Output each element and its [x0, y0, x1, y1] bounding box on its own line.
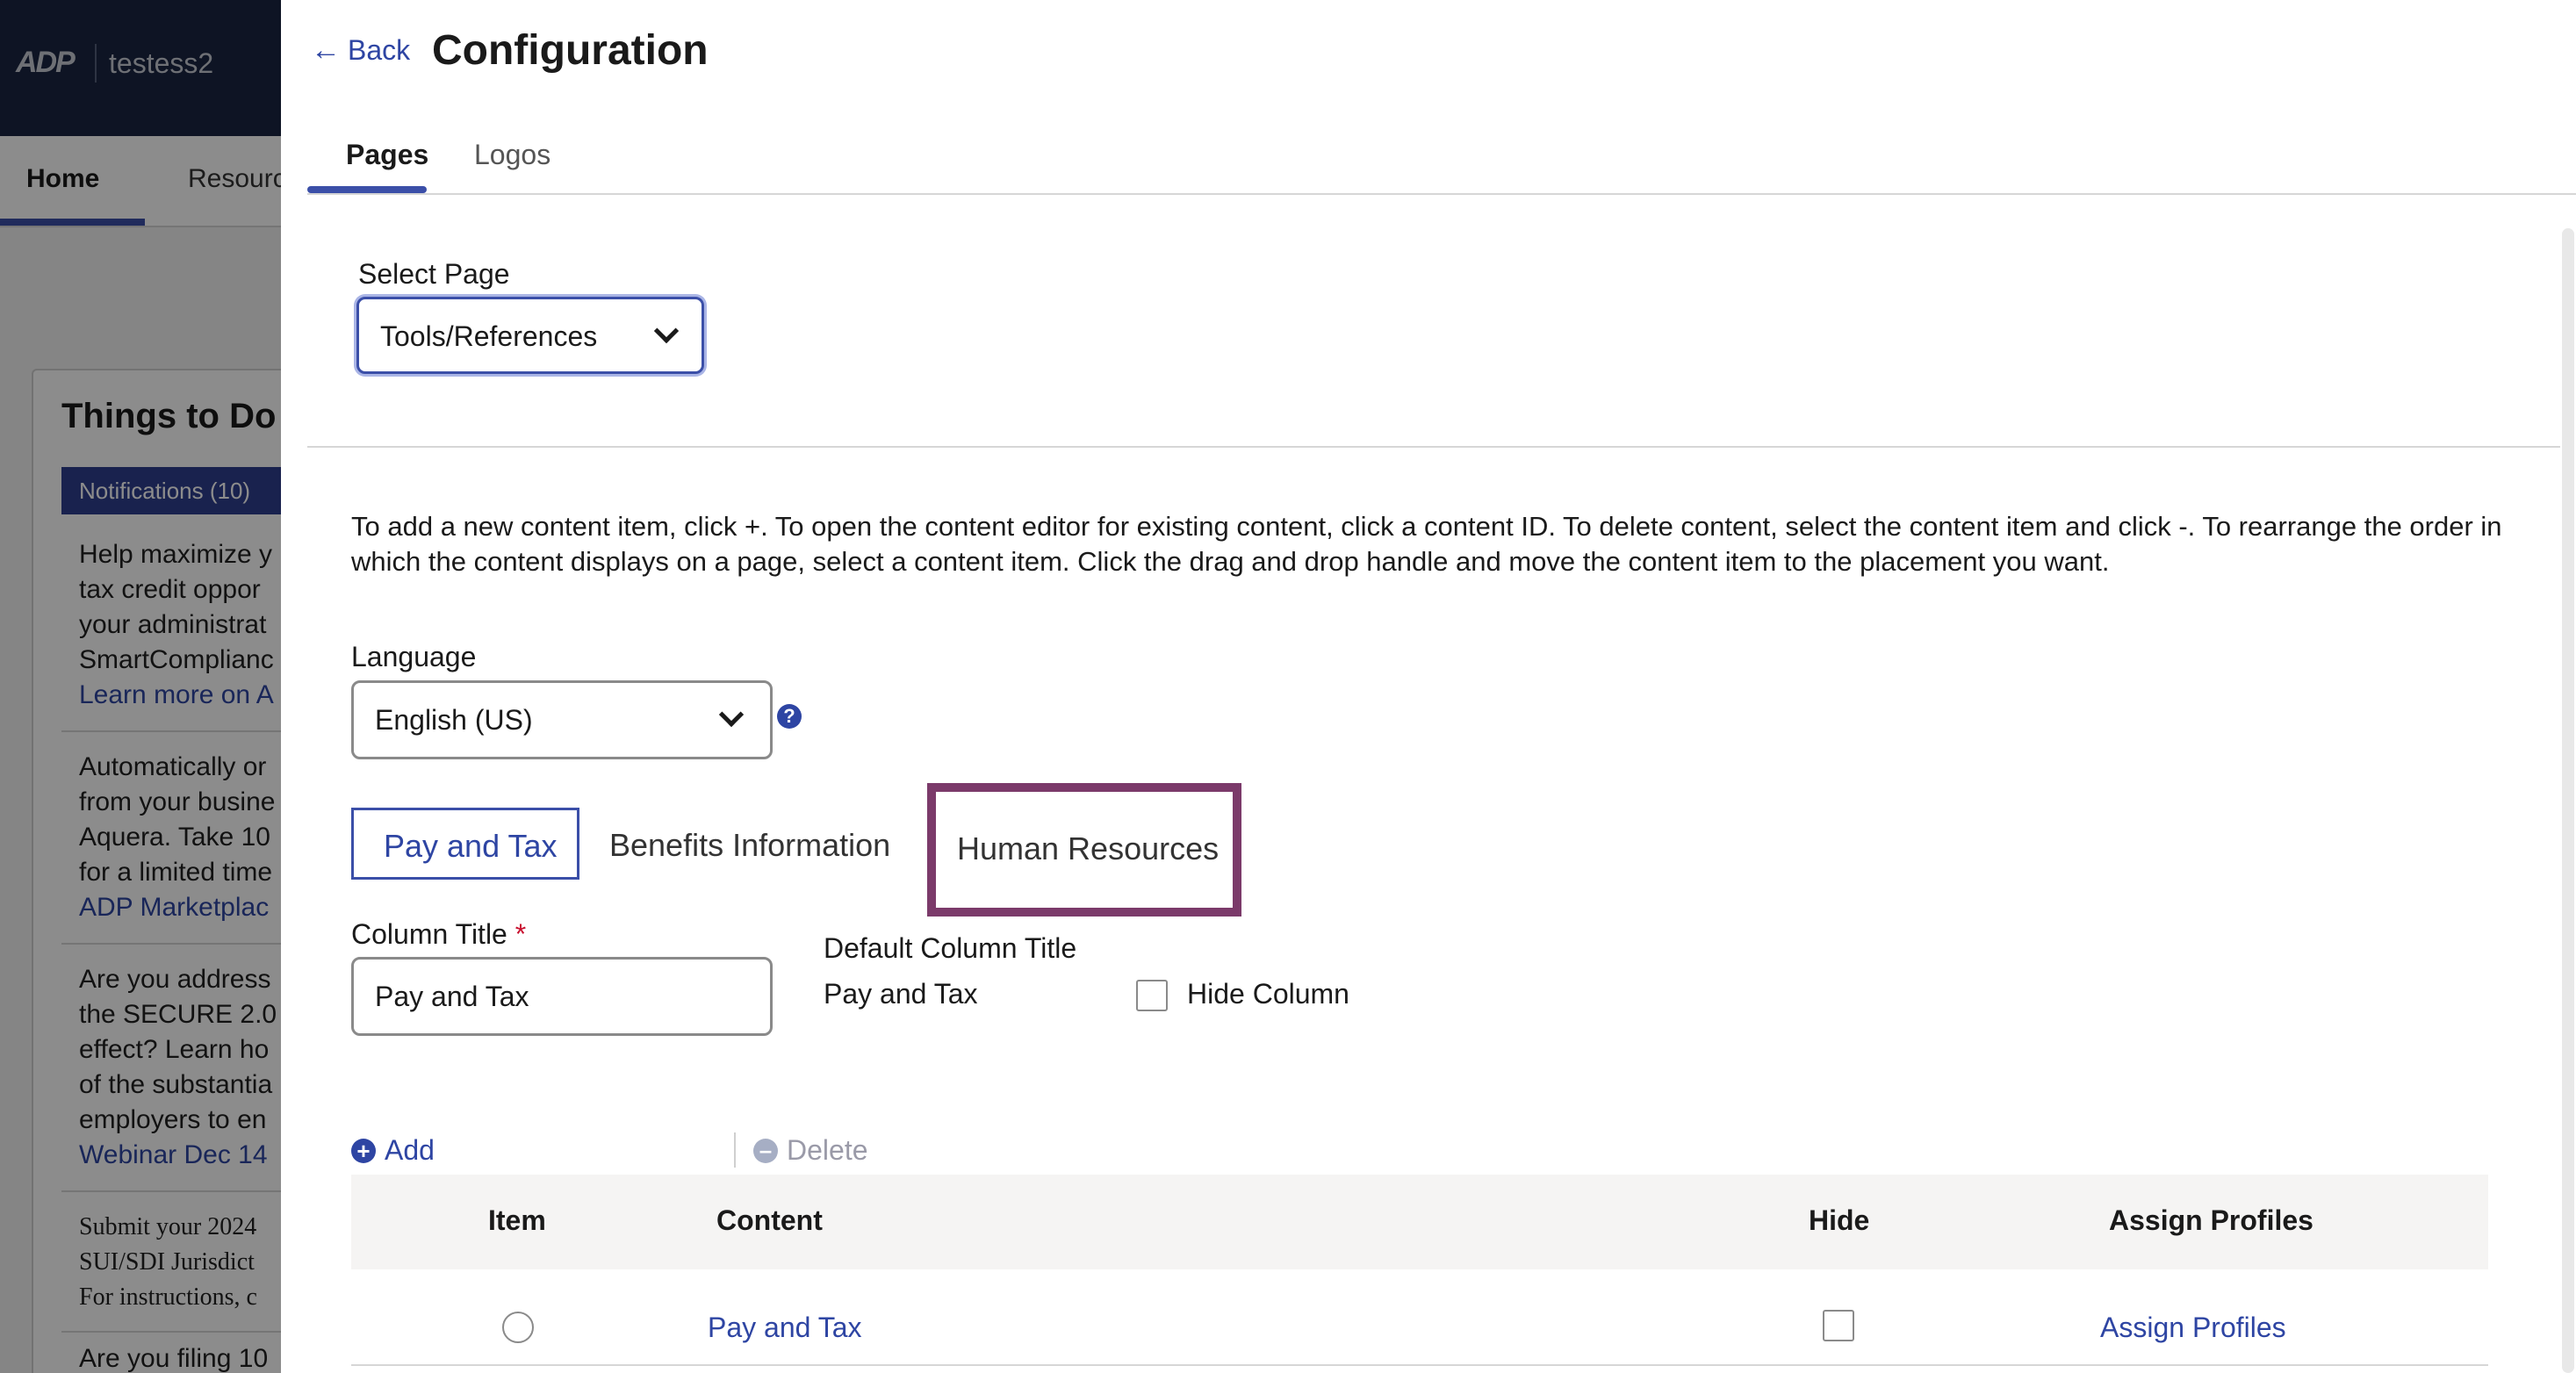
hide-column-checkbox[interactable] — [1136, 980, 1168, 1011]
column-tab-human-resources[interactable]: Human Resources — [927, 783, 1241, 917]
active-tab-underline — [307, 186, 427, 193]
content-link[interactable]: Pay and Tax — [708, 1312, 862, 1344]
add-label: Add — [385, 1134, 435, 1166]
language-dropdown[interactable]: English (US) — [351, 680, 773, 759]
required-marker: * — [514, 918, 527, 950]
hide-checkbox[interactable] — [1823, 1310, 1854, 1341]
th-assign-profiles: Assign Profiles — [2109, 1204, 2313, 1236]
select-page-dropdown[interactable]: Tools/References — [356, 297, 704, 374]
config-tabs: Pages Logos — [307, 128, 2576, 195]
table-row: Pay and Tax Assign Profiles — [351, 1269, 2488, 1366]
th-content: Content — [716, 1204, 823, 1236]
arrow-left-icon: ← — [311, 33, 341, 67]
delete-button[interactable]: – Delete — [753, 1134, 868, 1167]
hide-column-label: Hide Column — [1187, 978, 1349, 1010]
vertical-scrollbar[interactable] — [2562, 228, 2574, 1373]
content-table: Item Content Hide Assign Profiles Pay an… — [351, 1175, 2488, 1373]
plus-circle-icon: + — [351, 1138, 376, 1163]
section-divider — [307, 446, 2560, 448]
delete-label: Delete — [787, 1134, 868, 1166]
instructions-text: To add a new content item, click +. To o… — [351, 511, 2502, 577]
item-radio[interactable] — [502, 1312, 534, 1343]
tab-pages[interactable]: Pages — [346, 139, 428, 171]
screen: ADP testess2 Home Resourc Things to Do N… — [0, 0, 2576, 1373]
minus-circle-icon: – — [753, 1138, 778, 1163]
chevron-down-icon — [653, 318, 680, 344]
select-page-label: Select Page — [358, 258, 510, 290]
column-title-input[interactable]: Pay and Tax — [351, 957, 773, 1036]
default-column-title-label: Default Column Title — [824, 932, 1077, 964]
modal-backdrop — [0, 0, 281, 1373]
chevron-down-icon — [718, 701, 745, 728]
help-icon[interactable]: ? — [777, 704, 802, 729]
tab-logos[interactable]: Logos — [474, 139, 550, 171]
configuration-panel: ← Back Configuration Pages Logos Select … — [281, 0, 2576, 1373]
column-title-value: Pay and Tax — [375, 981, 529, 1012]
default-column-title-value: Pay and Tax — [824, 978, 978, 1010]
column-tab-benefits-information[interactable]: Benefits Information — [609, 808, 890, 880]
back-link[interactable]: ← Back — [311, 33, 410, 68]
select-page-value: Tools/References — [380, 320, 598, 352]
page-title: Configuration — [432, 27, 709, 74]
table-header: Item Content Hide Assign Profiles — [351, 1175, 2488, 1269]
back-label: Back — [348, 34, 411, 66]
assign-profiles-link[interactable]: Assign Profiles — [2100, 1312, 2286, 1344]
th-hide: Hide — [1809, 1204, 1870, 1236]
th-item: Item — [488, 1204, 546, 1236]
column-title-label: Column Title * — [351, 918, 527, 950]
add-button[interactable]: + Add — [351, 1134, 435, 1167]
column-tab-pay-and-tax[interactable]: Pay and Tax — [351, 808, 579, 880]
language-label: Language — [351, 641, 477, 672]
toolbar-divider — [734, 1132, 736, 1168]
language-value: English (US) — [375, 704, 533, 736]
